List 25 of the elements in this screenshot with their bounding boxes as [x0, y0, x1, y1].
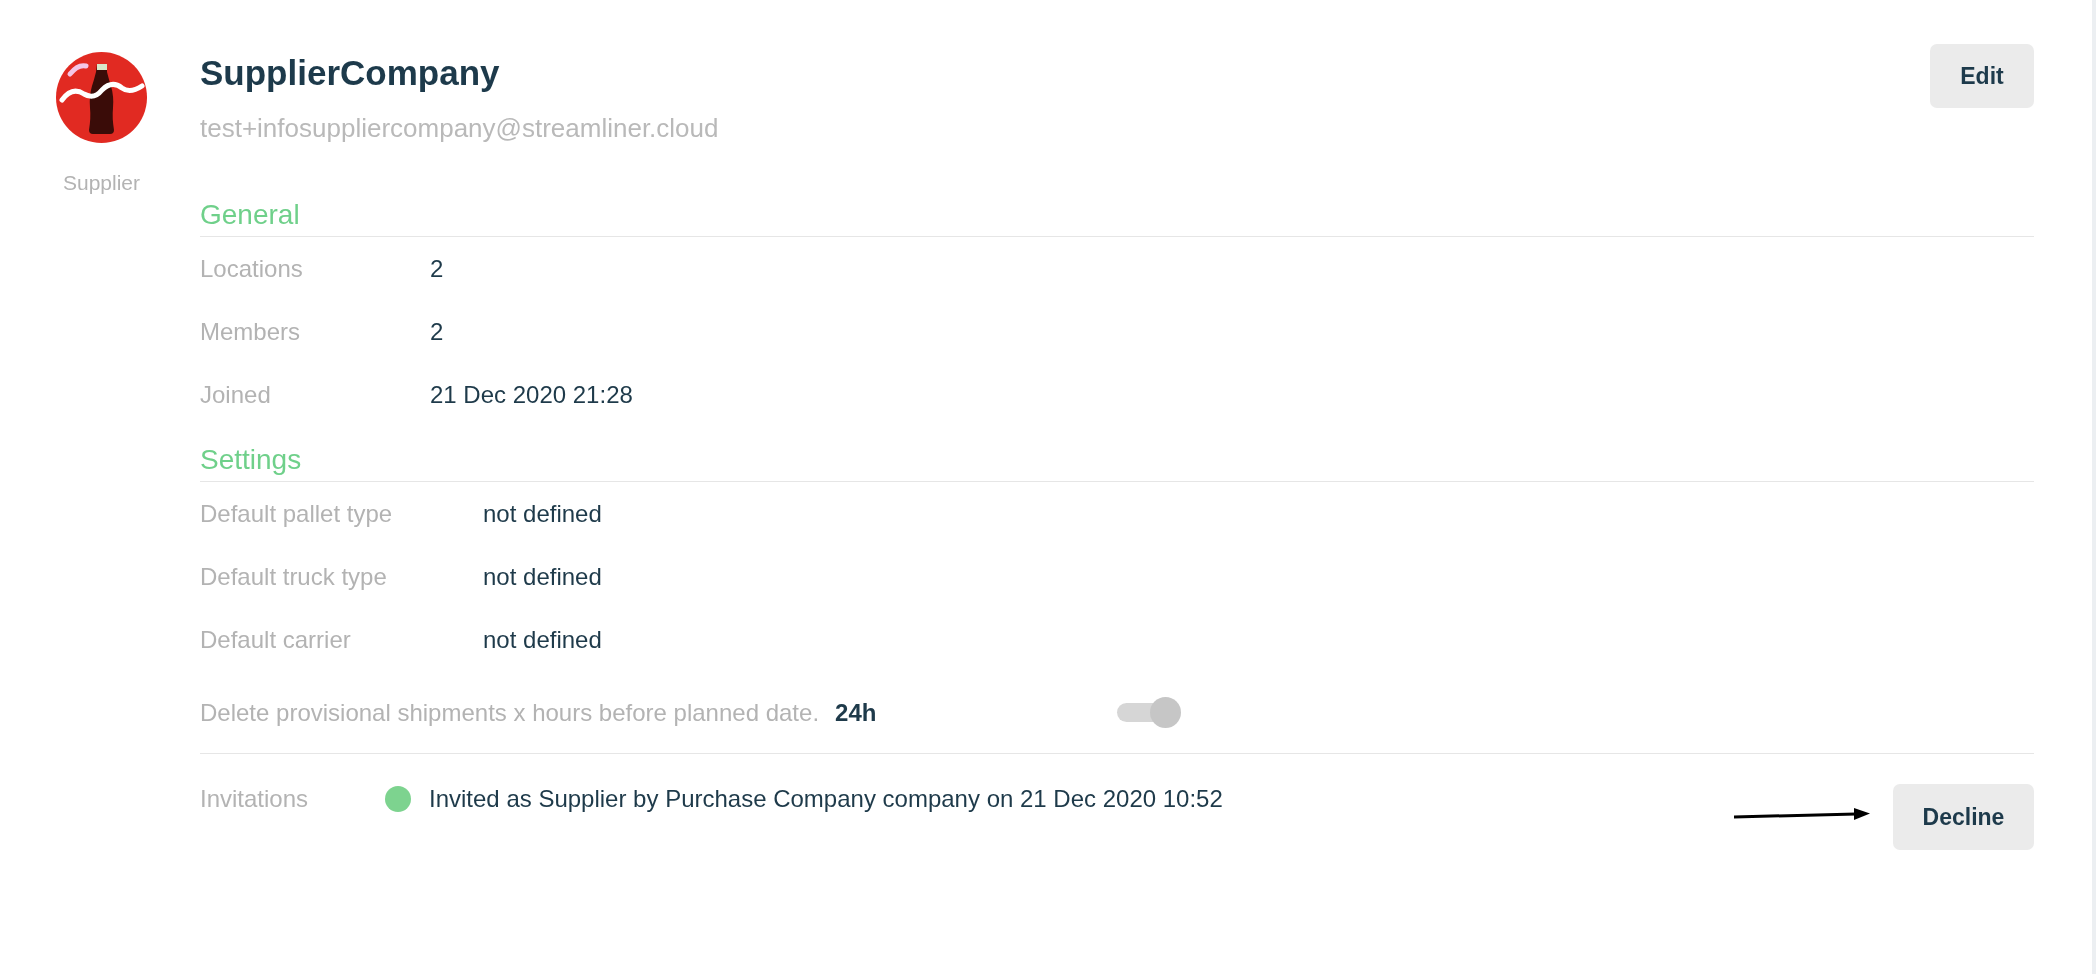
field-value: 2	[430, 317, 444, 346]
field-label: Default truck type	[200, 562, 388, 591]
field-value: 21 Dec 2020 21:28	[430, 380, 633, 409]
decline-button[interactable]: Decline	[1893, 784, 2034, 850]
field-label: Default carrier	[200, 625, 352, 654]
section-heading: Settings	[200, 443, 302, 477]
field-value: 2	[430, 254, 444, 283]
field-label: Members	[200, 317, 302, 346]
field-label: Default pallet type	[200, 499, 394, 528]
company-name: SupplierCompany	[200, 52, 500, 94]
invitations-label: Invitations	[200, 784, 310, 813]
company-email: test+infosuppliercompany@streamliner.cloud	[200, 112, 719, 144]
field-label: Locations	[200, 254, 304, 283]
setting-label: Delete provisional shipments x hours before planned date.	[200, 697, 820, 727]
invitation-text: Invited as Supplier by Purchase Company company on 21 Dec 2020 10:52	[429, 784, 1223, 813]
bottle-logo-icon	[56, 52, 147, 143]
field-label: Joined	[200, 380, 272, 409]
edit-button[interactable]: Edit	[1930, 44, 2034, 108]
section-heading: General	[200, 198, 300, 232]
field-value: not defined	[483, 625, 602, 654]
field-value: not defined	[483, 499, 602, 528]
field-value: not defined	[483, 562, 602, 591]
arrow-icon	[1734, 807, 1870, 821]
setting-value: 24h	[835, 697, 877, 727]
company-type-label: Supplier	[62, 170, 141, 196]
